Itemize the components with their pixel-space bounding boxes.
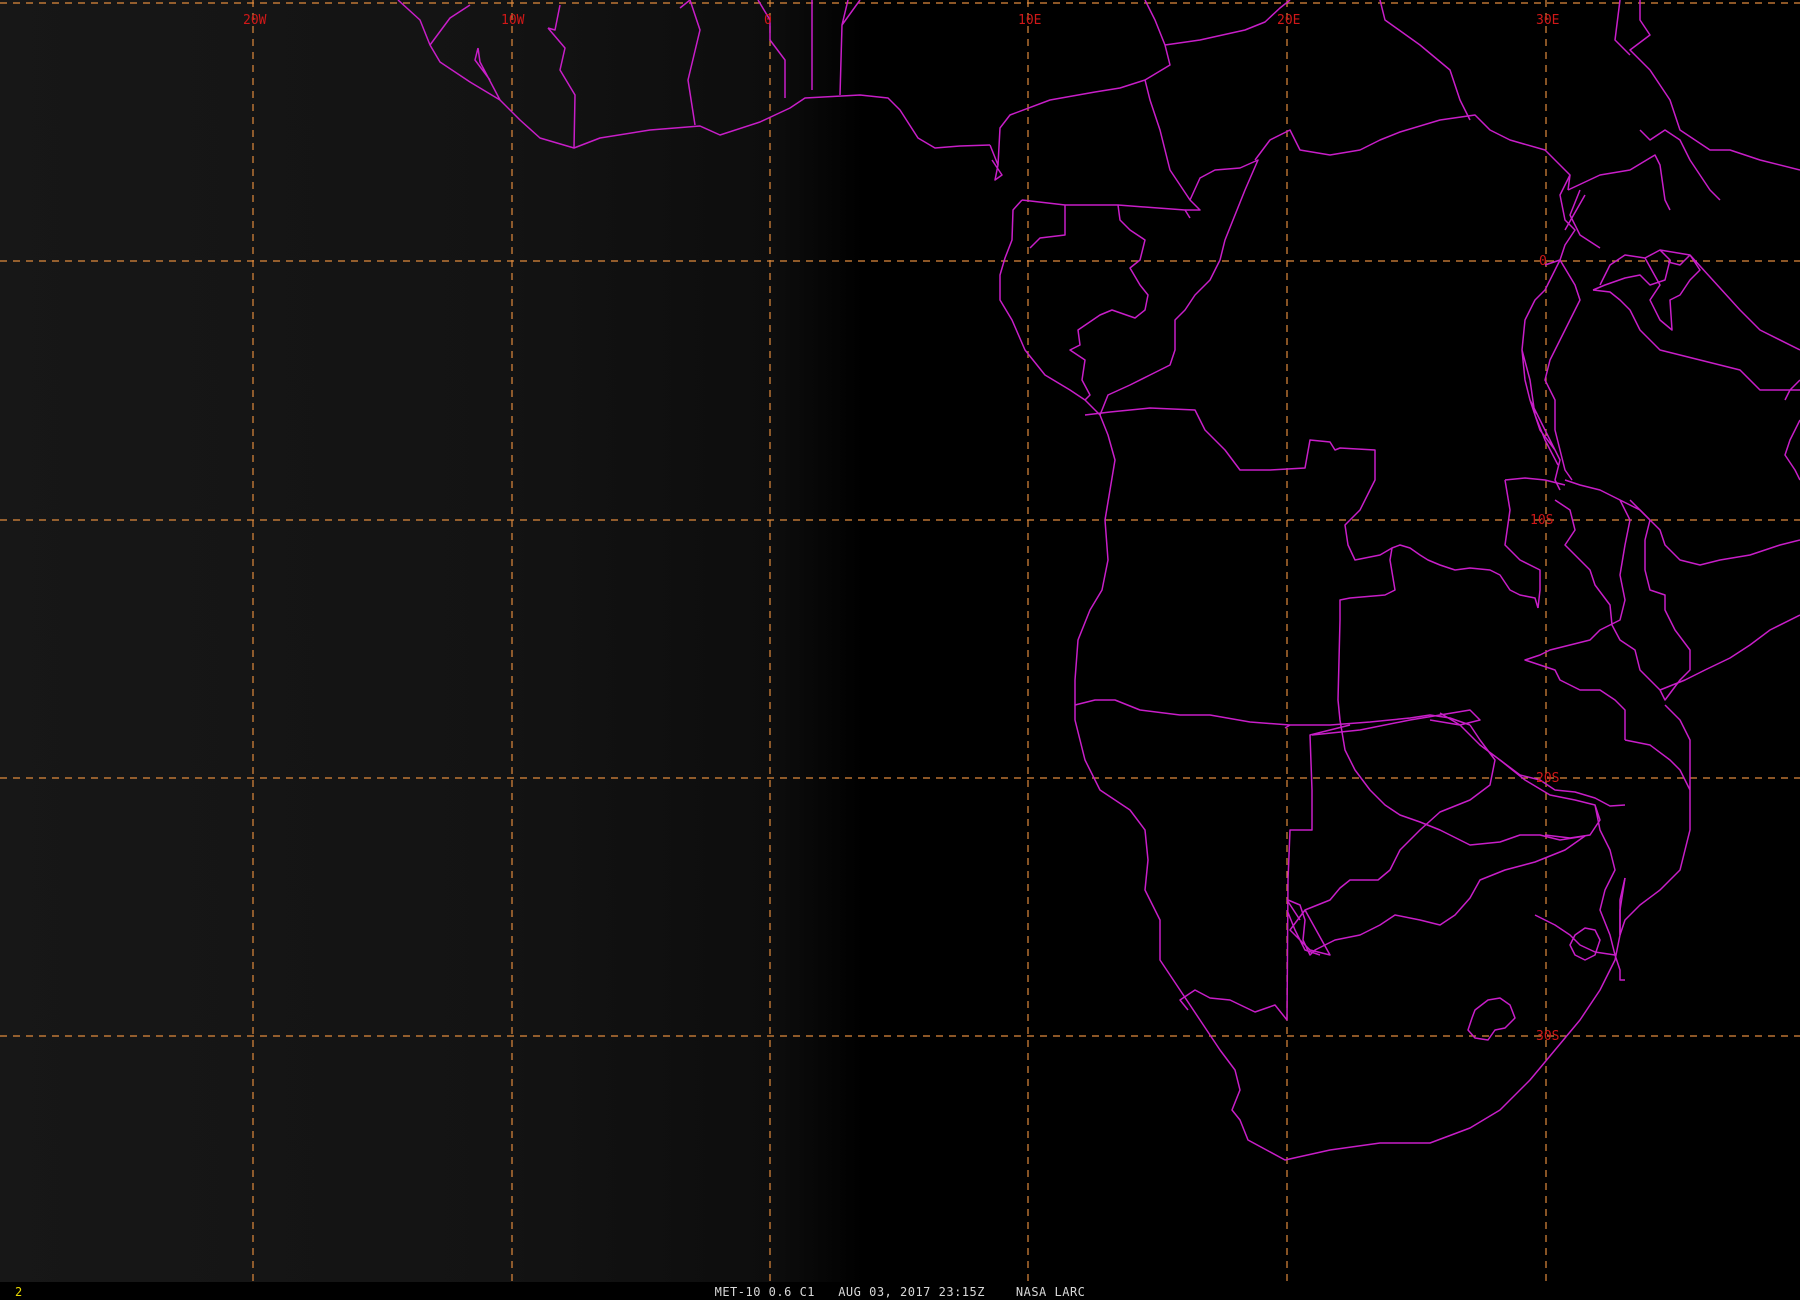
longitude-label: 10W bbox=[501, 13, 525, 28]
status-bar: 2 MET-10 0.6 C1 AUG 03, 2017 23:15Z NASA… bbox=[0, 1282, 1800, 1300]
latitude-label: 0 bbox=[1539, 254, 1547, 269]
longitude-label: 30E bbox=[1536, 13, 1559, 28]
longitude-label: 0 bbox=[764, 13, 772, 28]
image-caption: MET-10 0.6 C1 AUG 03, 2017 23:15Z NASA L… bbox=[714, 1285, 1086, 1299]
map-canvas[interactable]: 20W 10W 0 10E 20E 30E 0 10S 20S 30S bbox=[0, 0, 1800, 1300]
longitude-label: 10E bbox=[1018, 13, 1041, 28]
latitude-label: 20S bbox=[1536, 771, 1559, 786]
ocean-haze bbox=[0, 0, 1800, 1282]
longitude-label: 20E bbox=[1277, 13, 1300, 28]
satellite-image-viewer: 20W 10W 0 10E 20E 30E 0 10S 20S 30S 2 ME… bbox=[0, 0, 1800, 1300]
longitude-label: 20W bbox=[243, 13, 267, 28]
latitude-label: 30S bbox=[1536, 1029, 1559, 1044]
latitude-label: 10S bbox=[1530, 513, 1553, 528]
